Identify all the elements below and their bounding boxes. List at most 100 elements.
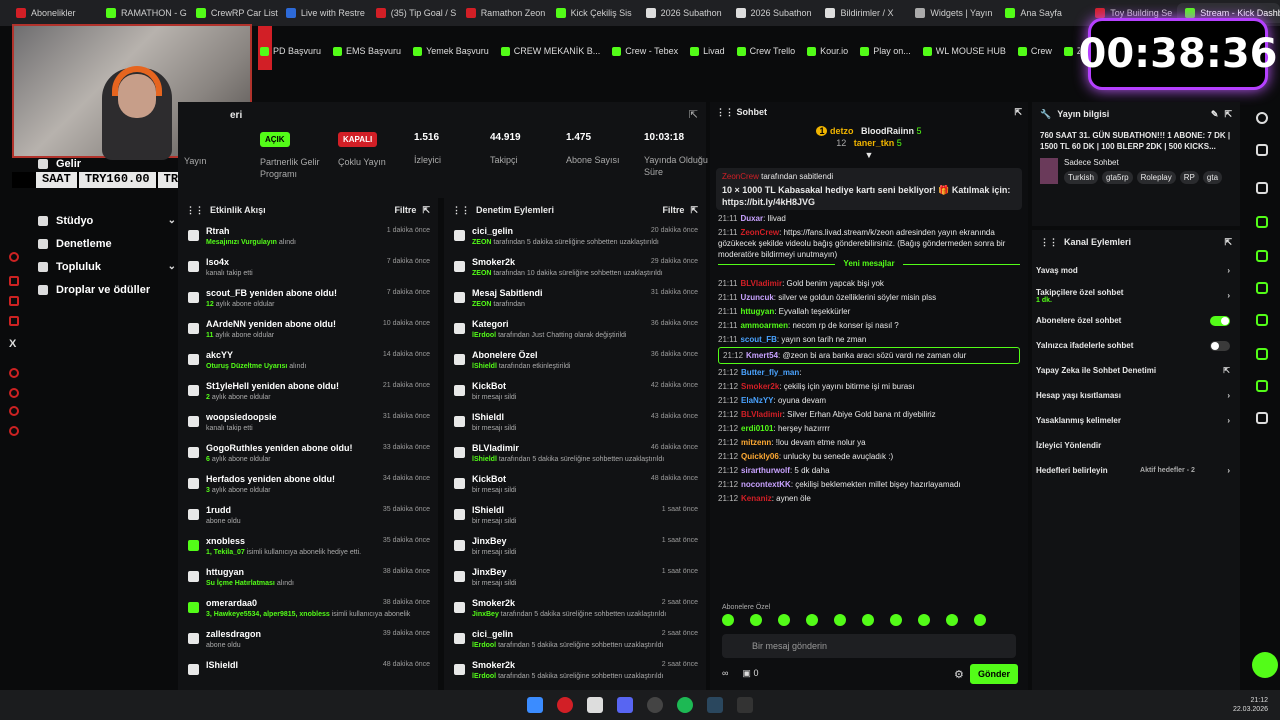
settings-icon[interactable] xyxy=(9,426,19,436)
tool-icon[interactable] xyxy=(1256,380,1268,392)
points-icon[interactable]: ▣ 0 xyxy=(742,668,758,679)
feed-row[interactable]: lShieldl bir mesajı sildi 1 saat önce xyxy=(444,501,706,532)
feed-row[interactable]: woopsiedoopsie kanalı takip etti 31 dakika… xyxy=(178,408,438,439)
info-icon[interactable] xyxy=(1256,112,1268,124)
app-icon[interactable] xyxy=(737,697,753,713)
feed-row[interactable]: httugyan Su İçme Hatırlatması alındı 38 da… xyxy=(178,563,438,594)
channel-action-row[interactable]: Takipçilere özel sohbet 1 dk. › xyxy=(1032,283,1240,308)
feed-row[interactable]: Kategori lErdool tarafından Just Chatting… xyxy=(444,315,706,346)
clock-icon[interactable] xyxy=(9,368,19,378)
stream-tag[interactable]: RP xyxy=(1179,171,1199,184)
channel-action-row[interactable]: Yavaş mod › xyxy=(1032,258,1240,283)
message-user[interactable]: ammoarmen xyxy=(740,321,788,330)
emote-icon[interactable] xyxy=(806,614,818,626)
feed-row[interactable]: Abonelere Özel lShieldl tarafından etkinl… xyxy=(444,346,706,377)
channel-action-row[interactable]: Yasaklanmış kelimeler › xyxy=(1032,408,1240,433)
message-user[interactable]: Duxar xyxy=(740,214,763,223)
bookmark[interactable]: CREW MEKANİK B... xyxy=(500,46,600,56)
expand-icon[interactable]: ⇱ xyxy=(689,108,698,121)
emote-icon[interactable] xyxy=(918,614,930,626)
channel-action-row[interactable]: Yapay Zeka ile Sohbet Denetimi ⇱ xyxy=(1032,358,1240,383)
spotify-icon[interactable] xyxy=(677,697,693,713)
chat-input[interactable]: Bir mesaj gönderin xyxy=(722,634,1016,658)
emote-picker-icon[interactable]: ∞ xyxy=(722,668,728,679)
bookmark[interactable]: Crew Trello xyxy=(736,46,795,56)
emote-icon[interactable] xyxy=(722,614,734,626)
feed-row[interactable]: akcYY Oturuş Düzeltme Uyarısı alındı 14 da… xyxy=(178,346,438,377)
message-user[interactable]: ZeonCrew xyxy=(740,228,779,237)
emote-icon[interactable] xyxy=(778,614,790,626)
bookmark[interactable]: Crew xyxy=(1017,46,1052,56)
bookmark[interactable]: Livad xyxy=(690,46,725,56)
sidebar-item[interactable]: Stüdyo ⌄ xyxy=(30,209,176,232)
emote-icon[interactable] xyxy=(834,614,846,626)
browser-tab[interactable]: Ramathon Zeon xyxy=(458,3,548,23)
feed-row[interactable]: lShieldl 48 dakika önce xyxy=(178,656,438,687)
feed-row[interactable]: scout_FB yeniden abone oldu! 12 aylık abo… xyxy=(178,284,438,315)
message-user[interactable]: Kenaniz xyxy=(741,494,772,503)
feed-row[interactable]: St1yleHell yeniden abone oldu! 2 aylık ab… xyxy=(178,377,438,408)
toggle-switch[interactable] xyxy=(1210,340,1230,351)
bookmark[interactable]: WL MOUSE HUB xyxy=(922,46,1006,56)
feed-row[interactable]: Smoker2k lErdool tarafından 5 dakika süre… xyxy=(444,656,706,687)
feed-row[interactable]: Herfados yeniden abone oldu! 3 aylık abon… xyxy=(178,470,438,501)
windows-start-icon[interactable] xyxy=(527,697,543,713)
browser-tab[interactable]: RAMATHON - G xyxy=(98,3,188,23)
message-user[interactable]: Butter_fly_man xyxy=(741,368,799,377)
feed-row[interactable]: JinxBey bir mesajı sildi 1 saat önce xyxy=(444,532,706,563)
bookmark[interactable]: PD Başvuru xyxy=(260,46,321,56)
feed-row[interactable]: zallesdragon abone oldu 39 dakika önce xyxy=(178,625,438,656)
pencil-icon[interactable] xyxy=(1256,144,1268,156)
support-icon[interactable] xyxy=(1252,652,1278,678)
feed-row[interactable]: omerardaa0 3, Hawkeye5534, alper9815, xno… xyxy=(178,594,438,625)
feed-row[interactable]: JinxBey bir mesajı sildi 1 saat önce xyxy=(444,563,706,594)
mail-icon[interactable] xyxy=(9,296,19,306)
chevron-down-icon[interactable]: ⌄ xyxy=(168,261,176,272)
channel-action-row[interactable]: Yalnızca ifadelerle sohbet xyxy=(1032,333,1240,358)
message-user[interactable]: ElaNzYY xyxy=(741,396,773,405)
emote-icon[interactable] xyxy=(890,614,902,626)
send-button[interactable]: Gönder xyxy=(969,664,1018,684)
browser-tab[interactable]: Kick Çekiliş Sis xyxy=(548,3,638,23)
chevron-right-icon[interactable]: › xyxy=(1227,266,1230,275)
browser-tab[interactable]: Ana Sayfa xyxy=(997,3,1087,23)
message-user[interactable]: BLVladimir xyxy=(740,279,782,288)
expand-icon[interactable]: ⇱ xyxy=(422,205,430,216)
browser-tab[interactable]: Widgets | Yayın xyxy=(907,3,997,23)
x-icon[interactable]: X xyxy=(9,338,16,350)
message-user[interactable]: httugyan xyxy=(740,307,774,316)
edit-icon[interactable]: ✎ xyxy=(1211,109,1219,120)
toggle-switch[interactable] xyxy=(1210,315,1230,326)
chevron-right-icon[interactable]: › xyxy=(1227,391,1230,400)
feed-row[interactable]: Smoker2k JinxBey tarafından 5 dakika süre… xyxy=(444,594,706,625)
stream-tag[interactable]: gta5rp xyxy=(1101,171,1133,184)
bookmark[interactable]: Play on... xyxy=(860,46,911,56)
emote-icon[interactable] xyxy=(862,614,874,626)
browser-tab[interactable]: 2026 Subathon xyxy=(638,3,728,23)
message-user[interactable]: nocontextKK xyxy=(741,480,791,489)
chevron-right-icon[interactable]: › xyxy=(1227,466,1230,475)
feed-row[interactable]: lso4x kanalı takip etti 7 dakika önce xyxy=(178,253,438,284)
circle-icon[interactable] xyxy=(9,252,19,262)
bookmark[interactable]: EMS Başvuru xyxy=(333,46,401,56)
message-user[interactable]: Quickly06 xyxy=(741,452,779,461)
feed-row[interactable]: KickBot bir mesajı sildi 42 dakika önce xyxy=(444,377,706,408)
app-icon[interactable] xyxy=(587,697,603,713)
feed-row[interactable]: Mesaj Sabitlendi ZEON tarafından 31 dakika… xyxy=(444,284,706,315)
feed-row[interactable]: cici_gelin ZEON tarafından 5 dakika sürel… xyxy=(444,222,706,253)
moderation-filter-button[interactable]: Filtre xyxy=(662,205,684,215)
swap-icon[interactable] xyxy=(1256,314,1268,326)
feed-row[interactable]: Rtrah Mesajınızı Vurgulayın alındı 1 dakik… xyxy=(178,222,438,253)
activity-filter-button[interactable]: Filtre xyxy=(394,205,416,215)
chat-bubble-icon[interactable] xyxy=(1256,282,1268,294)
feed-row[interactable]: AArdeNN yeniden abone oldu! 11 aylık abon… xyxy=(178,315,438,346)
emote-icon[interactable] xyxy=(974,614,986,626)
feed-row[interactable]: cici_gelin lErdool tarafından 5 dakika sü… xyxy=(444,625,706,656)
expand-icon[interactable]: ⇱ xyxy=(1014,107,1022,118)
collapse-icon[interactable]: ▼ xyxy=(865,150,874,160)
steam-icon[interactable] xyxy=(707,697,723,713)
browser-tab[interactable]: (35) Tip Goal / S xyxy=(368,3,458,23)
sidebar-item[interactable]: Topluluk ⌄ xyxy=(30,255,176,278)
browser-tab[interactable]: Abonelikler xyxy=(8,3,98,23)
lightning-icon[interactable] xyxy=(1256,216,1268,228)
